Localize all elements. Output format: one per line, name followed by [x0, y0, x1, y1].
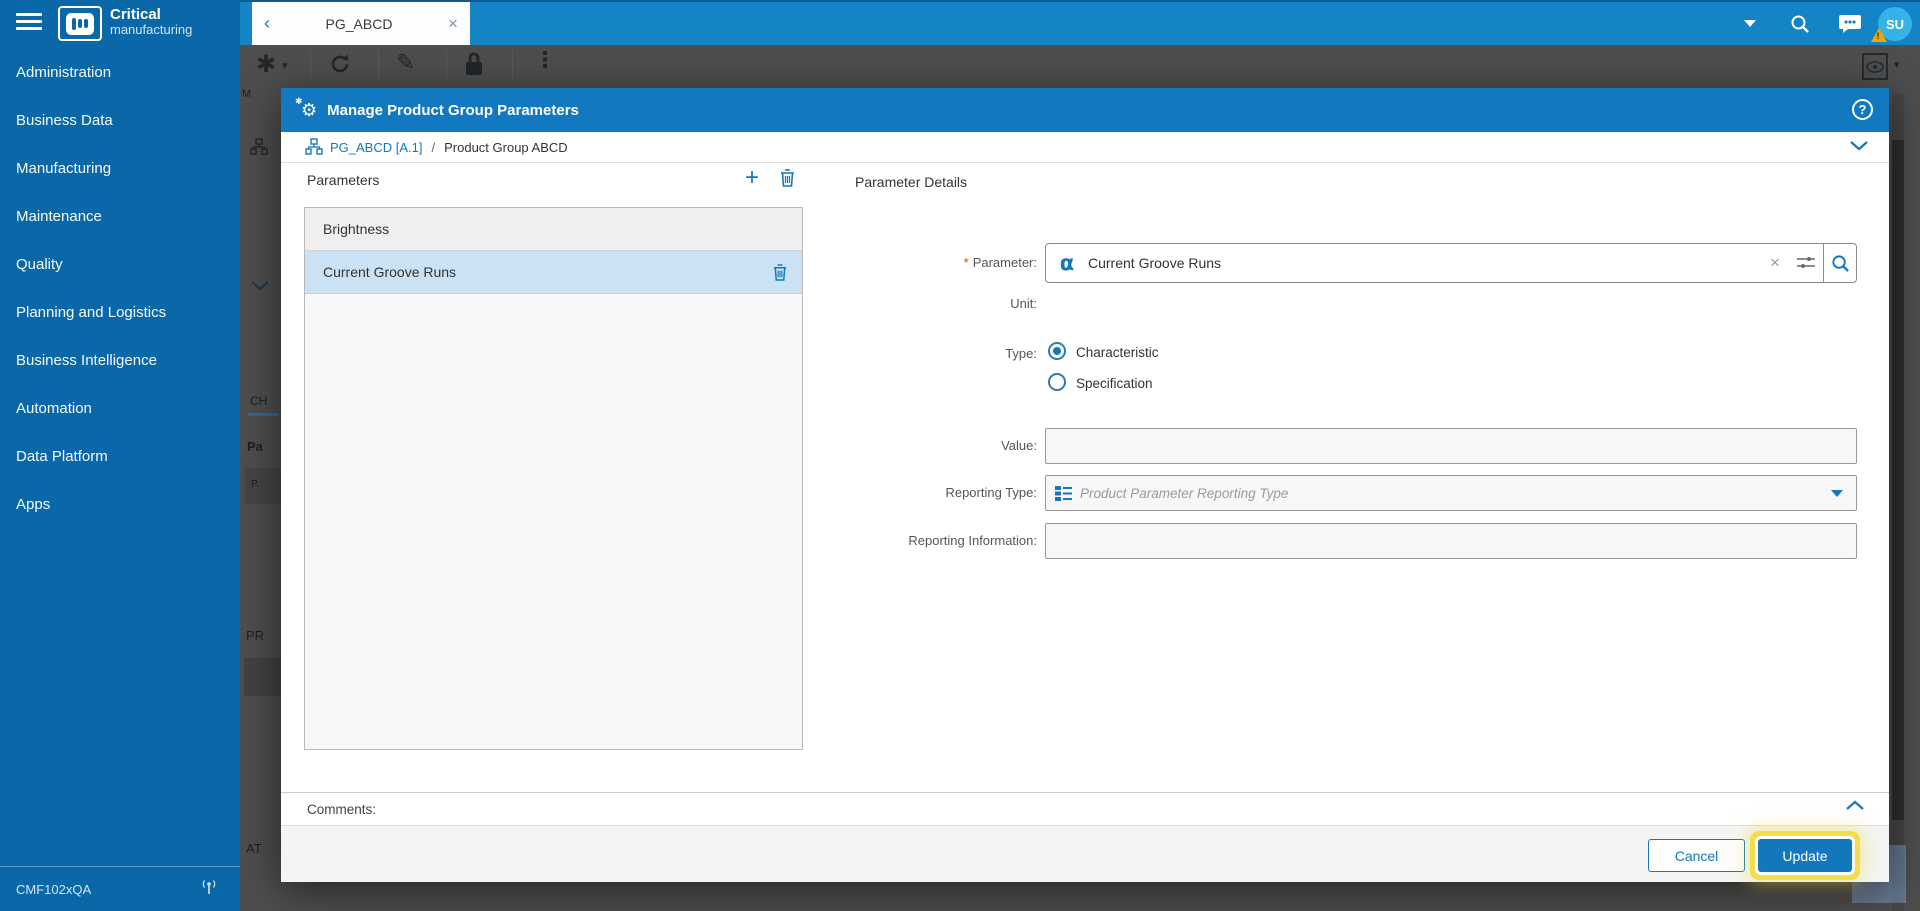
sidebar-nav: Administration Business Data Manufacturi… [0, 48, 240, 528]
breadcrumb-current: Product Group ABCD [444, 139, 568, 155]
warning-badge-icon [1871, 28, 1887, 42]
required-marker: * [963, 255, 969, 270]
reporting-information-input[interactable] [1045, 523, 1857, 559]
manage-gear-icon: ⚙ ✱ [295, 96, 318, 120]
parameters-panel-title: Parameters [307, 172, 380, 188]
add-parameter-icon[interactable]: + [745, 166, 759, 190]
search-icon[interactable] [1780, 2, 1820, 45]
lock-icon [466, 52, 482, 75]
edit-pencil-icon: ✎ [396, 49, 416, 75]
hamburger-menu-icon[interactable] [16, 13, 42, 31]
connection-status-icon [202, 880, 216, 894]
tab-back-chevron-icon[interactable]: ‹ [252, 13, 282, 34]
dialog-footer: Cancel Update [281, 825, 1889, 882]
sidebar-item-planning-and-logistics[interactable]: Planning and Logistics [0, 288, 240, 336]
tab-pg-abcd[interactable]: ‹ PG_ABCD × [252, 2, 470, 45]
topbar-dropdown-caret-icon[interactable] [1732, 2, 1768, 45]
manage-product-group-parameters-dialog: ⚙ ✱ Manage Product Group Parameters ? PG_… [281, 88, 1889, 882]
parameters-list: Brightness Current Groove Runs [304, 207, 803, 750]
update-button[interactable]: Update [1758, 839, 1852, 872]
dim-fragment: AT [246, 841, 262, 856]
dim-caret-icon: ▾ [1894, 59, 1900, 71]
cancel-button[interactable]: Cancel [1648, 839, 1745, 872]
dim-tab-fragment: CH [250, 394, 268, 408]
manage-caret-icon: ▾ [282, 60, 288, 72]
radio-specification[interactable] [1048, 373, 1066, 391]
brand-logo-icon [66, 12, 94, 35]
breadcrumb-separator: / [431, 139, 436, 155]
chat-icon[interactable] [1828, 2, 1872, 45]
dim-box: P. [245, 468, 281, 504]
tab-label: PG_ABCD [325, 15, 393, 32]
product-group-icon [305, 138, 323, 155]
radio-specification-label[interactable]: Specification [1076, 376, 1153, 391]
type-label: Type: [1005, 346, 1037, 361]
alpha-parameter-icon: α [1059, 251, 1075, 275]
clear-icon[interactable]: × [1761, 253, 1789, 273]
reporting-information-label: Reporting Information: [908, 533, 1037, 548]
environment-label: CMF102xQA [16, 881, 92, 897]
help-icon[interactable]: ? [1852, 99, 1873, 120]
comments-collapse-chevron-icon[interactable] [1845, 800, 1865, 811]
parameter-details-title: Parameter Details [855, 174, 968, 190]
parameter-search-icon[interactable] [1823, 244, 1856, 282]
delete-parameter-icon[interactable] [779, 168, 796, 188]
parameter-row-brightness[interactable]: Brightness [305, 208, 802, 251]
dim-fragment: M [242, 88, 252, 100]
more-vertical-icon: ⋮ [534, 47, 556, 72]
header-collapse-chevron-icon[interactable] [1849, 140, 1869, 151]
reporting-type-placeholder: Product Parameter Reporting Type [1080, 485, 1289, 501]
sidebar-item-automation[interactable]: Automation [0, 384, 240, 432]
dialog-title: Manage Product Group Parameters [327, 101, 579, 119]
topbar: ‹ PG_ABCD × SU [240, 0, 1920, 45]
refresh-icon [331, 54, 349, 73]
parameter-value-text: Current Groove Runs [1088, 255, 1222, 271]
sidebar-item-manufacturing[interactable]: Manufacturing [0, 144, 240, 192]
dim-hierarchy-icon [250, 138, 268, 155]
sidebar-item-business-data[interactable]: Business Data [0, 96, 240, 144]
tab-close-icon[interactable]: × [436, 14, 470, 34]
value-input[interactable] [1045, 428, 1857, 464]
manage-asterisk-icon: ✱ [256, 51, 277, 78]
dim-tab-underline [248, 413, 278, 416]
brand-name: Critical manufacturing [110, 6, 193, 37]
sidebar: Critical manufacturing Administration Bu… [0, 0, 240, 911]
sidebar-item-data-platform[interactable]: Data Platform [0, 432, 240, 480]
dropdown-caret-icon[interactable] [1818, 489, 1856, 497]
sidebar-item-administration[interactable]: Administration [0, 48, 240, 96]
reporting-type-dropdown[interactable]: Product Parameter Reporting Type [1045, 475, 1857, 511]
radio-characteristic-label[interactable]: Characteristic [1076, 345, 1159, 360]
sidebar-item-business-intelligence[interactable]: Business Intelligence [0, 336, 240, 384]
comments-label: Comments: [307, 801, 377, 817]
parameter-picker-input[interactable]: α Current Groove Runs × [1045, 243, 1857, 283]
breadcrumb-entity-link[interactable]: PG_ABCD [A.1] [330, 140, 422, 155]
brand-logo [58, 6, 102, 41]
reporting-type-table-icon [1046, 485, 1080, 501]
comments-section[interactable]: Comments: [281, 792, 1889, 825]
filter-sliders-icon[interactable] [1789, 255, 1823, 271]
sidebar-item-maintenance[interactable]: Maintenance [0, 192, 240, 240]
scrollbar-thumb[interactable] [1892, 140, 1904, 820]
parameter-label: * Parameter: [963, 255, 1037, 270]
unit-label: Unit: [1010, 296, 1037, 311]
sidebar-item-quality[interactable]: Quality [0, 240, 240, 288]
dim-fragment: PR [246, 628, 265, 643]
breadcrumb: PG_ABCD [A.1] / Product Group ABCD [281, 132, 1889, 163]
value-label: Value: [1001, 438, 1037, 453]
parameter-row-current-groove-runs[interactable]: Current Groove Runs [305, 251, 802, 294]
sidebar-footer: CMF102xQA [0, 866, 240, 911]
sidebar-item-apps[interactable]: Apps [0, 480, 240, 528]
reporting-type-label: Reporting Type: [945, 485, 1037, 500]
dim-chevron-down-icon [251, 281, 269, 291]
view-eye-icon [1862, 53, 1888, 80]
dialog-header: ⚙ ✱ Manage Product Group Parameters ? [281, 88, 1889, 132]
dim-fragment: Pa [247, 439, 263, 454]
dim-box [244, 658, 282, 696]
radio-characteristic[interactable] [1048, 342, 1066, 360]
